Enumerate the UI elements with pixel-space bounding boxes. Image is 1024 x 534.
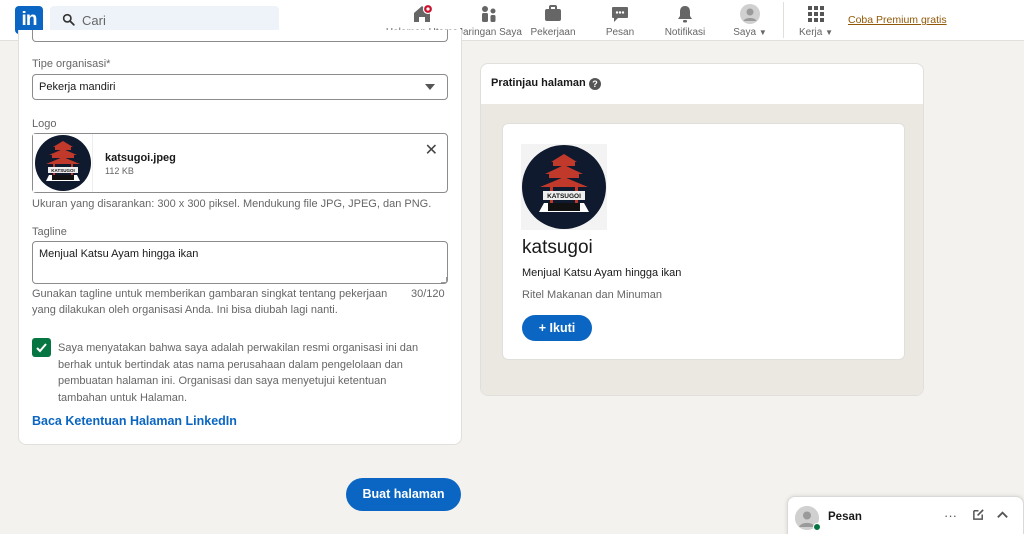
tagline-hint-line-2: yang dilakukan oleh organisasi Anda. Ini…: [32, 304, 338, 316]
tagline-hint: Gunakan tagline untuk memberikan gambara…: [32, 286, 387, 318]
chevron-up-icon[interactable]: [996, 508, 1009, 524]
home-icon: [412, 3, 434, 24]
close-icon: ✕: [424, 142, 438, 159]
preview-logo-text: KATSUGOI: [547, 193, 581, 200]
nav-network-label: Jaringan Saya: [458, 27, 522, 38]
nav-work[interactable]: Kerja ▼: [794, 2, 838, 40]
nav-work-label: Kerja ▼: [798, 27, 834, 38]
help-icon[interactable]: ?: [589, 78, 601, 90]
nav-messaging-label: Pesan: [605, 27, 635, 38]
compose-icon[interactable]: [972, 508, 985, 524]
avatar-icon: [740, 4, 760, 24]
tagline-label: Tagline: [32, 226, 67, 238]
logo-label: Logo: [32, 118, 57, 130]
preview-tagline: Menjual Katsu Ayam hingga ikan: [522, 267, 682, 279]
check-icon: [36, 343, 47, 353]
preview-company-card: KATSUGOI katsugoi Menjual Katsu Ayam hin…: [502, 123, 905, 360]
remove-logo-button[interactable]: ✕: [425, 143, 438, 159]
resize-handle[interactable]: [441, 277, 447, 283]
grid-icon: [806, 4, 826, 24]
nav-network[interactable]: Jaringan Saya: [458, 2, 522, 40]
tagline-hint-line-1: Gunakan tagline untuk memberikan gambara…: [32, 288, 388, 300]
caret-down-icon: [425, 84, 435, 90]
logo-filename: katsugoi.jpeg: [105, 152, 176, 164]
people-icon: [479, 4, 499, 24]
nav-notifications-label: Notifikasi: [664, 27, 706, 38]
create-page-button[interactable]: Buat halaman: [346, 478, 461, 511]
more-options-icon[interactable]: ···: [944, 508, 957, 523]
logo-filesize: 112 KB: [105, 166, 134, 176]
nav-divider: [783, 2, 784, 38]
search-icon: [62, 13, 75, 26]
tagline-counter: 30/120: [411, 288, 445, 300]
chevron-down-icon: ▼: [758, 28, 767, 37]
messaging-bar[interactable]: Pesan ···: [787, 496, 1024, 534]
nav-notifications[interactable]: Notifikasi: [660, 2, 710, 40]
terms-link[interactable]: Baca Ketentuan Halaman LinkedIn: [32, 414, 237, 428]
org-type-select[interactable]: Pekerja mandiri: [32, 74, 448, 100]
follow-button[interactable]: + Ikuti: [522, 315, 592, 341]
nav-jobs[interactable]: Pekerjaan: [528, 2, 578, 40]
chevron-down-icon: ▼: [825, 28, 834, 37]
nav-jobs-label: Pekerjaan: [530, 27, 576, 38]
preview-org-name: katsugoi: [522, 237, 593, 258]
consent-checkbox[interactable]: [32, 338, 51, 357]
premium-link[interactable]: Coba Premium gratis: [848, 14, 947, 26]
logo-thumbnail: KATSUGOI: [33, 134, 93, 192]
consent-text: Saya menyatakan bahwa saya adalah perwak…: [58, 342, 419, 404]
preview-logo: KATSUGOI: [521, 144, 607, 230]
svg-text:KATSUGOI: KATSUGOI: [51, 168, 74, 173]
org-type-value: Pekerja mandiri: [39, 81, 116, 93]
bell-icon: [675, 4, 695, 24]
messaging-label: Pesan: [828, 511, 862, 523]
tagline-input[interactable]: Menjual Katsu Ayam hingga ikan: [32, 241, 448, 284]
briefcase-icon: [543, 4, 563, 24]
org-type-label: Tipe organisasi*: [32, 58, 111, 70]
page-preview: Pratinjau halaman ? KATSUGOI katsugoi Me…: [480, 63, 924, 396]
logo-upload[interactable]: KATSUGOI katsugoi.jpeg 112 KB ✕: [32, 133, 448, 193]
online-status-indicator: [813, 523, 821, 531]
chat-icon: [610, 4, 630, 24]
preview-industry: Ritel Makanan dan Minuman: [522, 289, 663, 301]
nav-me[interactable]: Saya ▼: [728, 2, 772, 40]
preview-title: Pratinjau halaman: [491, 77, 586, 89]
previous-field-edge: [32, 30, 448, 42]
nav-me-label: Saya ▼: [733, 27, 767, 38]
nav-messaging[interactable]: Pesan: [600, 2, 640, 40]
logo-hint: Ukuran yang disarankan: 300 x 300 piksel…: [32, 198, 432, 210]
